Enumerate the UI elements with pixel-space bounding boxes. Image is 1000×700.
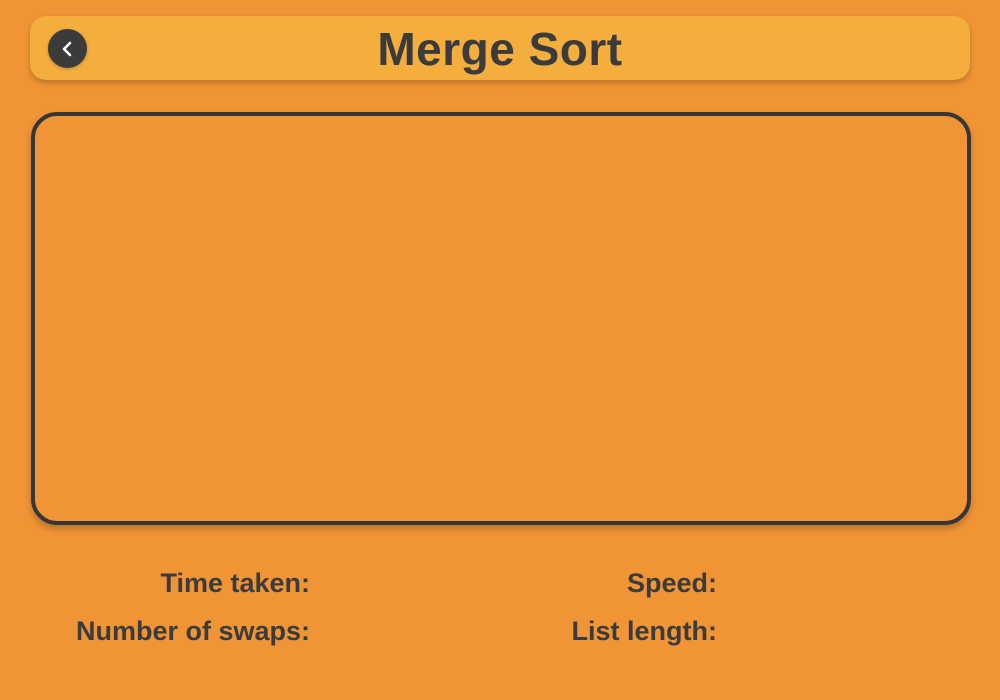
sort-visualization-panel [31,112,971,525]
swaps-label: Number of swaps: [75,616,310,646]
back-button[interactable] [48,29,87,68]
list-length-label: List length: [571,616,717,646]
chevron-left-icon [59,40,77,58]
time-taken-label: Time taken: [160,568,310,598]
speed-label: Speed: [626,568,717,598]
page-title: Merge Sort [377,23,623,75]
header-bar: Merge Sort [30,16,970,80]
